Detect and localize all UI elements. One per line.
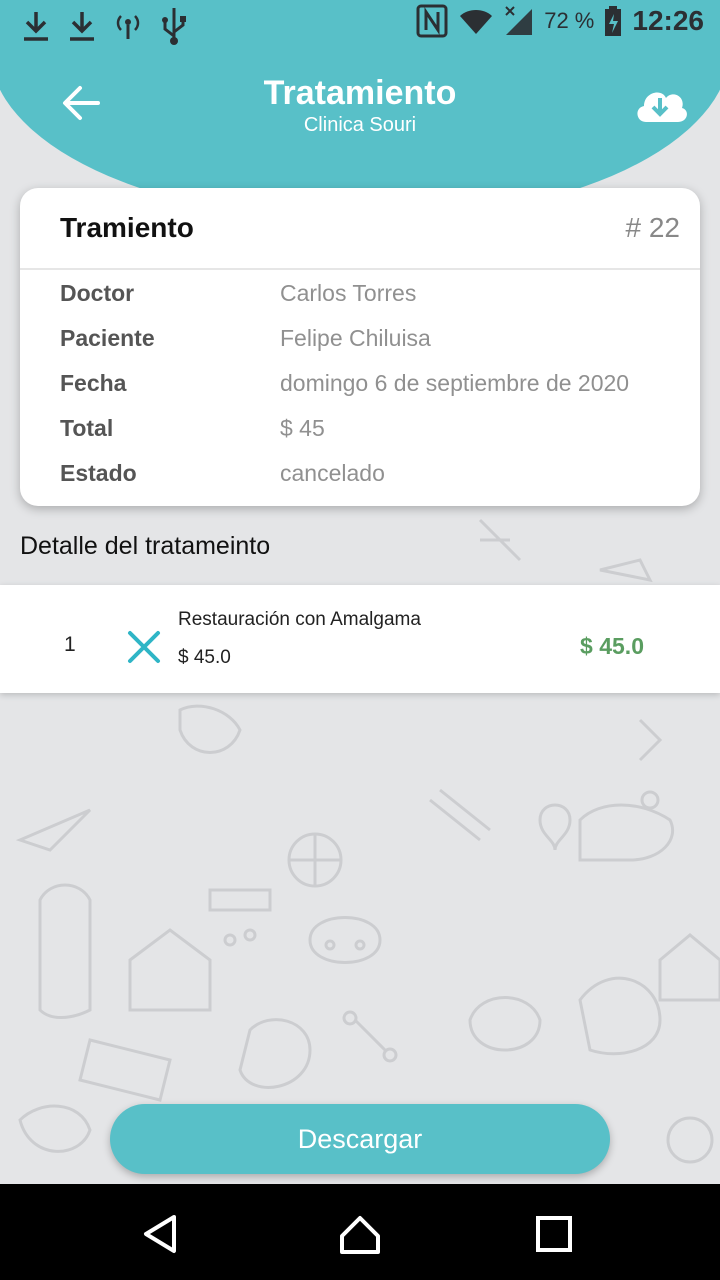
page-title: Tratamiento [263,74,457,112]
app-bar: Tratamiento Clinica Souri [0,60,720,160]
nfc-icon [416,4,448,38]
info-row-status: Estado cancelado [60,460,680,500]
system-nav-bar [0,1184,720,1280]
close-icon[interactable] [126,629,162,665]
info-value: domingo 6 de septiembre de 2020 [280,370,630,396]
treatment-card: Tramiento # 22 Doctor Carlos Torres Paci… [20,188,700,506]
info-label: Fecha [60,370,127,396]
info-value: cancelado [280,460,385,486]
status-bar: 72 % 12:26 [0,0,720,50]
usb-icon [162,8,186,45]
info-label: Estado [60,460,137,486]
cloud-download-icon[interactable] [632,82,688,126]
download-icon [70,12,94,41]
download-button[interactable]: Descargar [110,1104,610,1174]
info-row-total: Total $ 45 [60,415,680,455]
info-row-date: Fecha domingo 6 de septiembre de 2020 [60,370,680,410]
section-title: Detalle del tratameinto [20,532,271,560]
info-row-patient: Paciente Felipe Chiluisa [60,325,680,365]
info-value: $ 45 [280,415,325,441]
card-title: Tramiento [60,212,194,243]
recents-icon[interactable] [532,1212,576,1256]
info-label: Total [60,415,114,441]
treatment-number: # 22 [625,212,681,243]
item-name: Restauración con Amalgama [178,609,421,630]
info-value: Felipe Chiluisa [280,325,431,351]
info-row-doctor: Doctor Carlos Torres [60,280,680,320]
info-label: Doctor [60,280,135,306]
info-label: Paciente [60,325,155,351]
item-price: $ 45.0 [178,647,231,668]
list-item: 1 Restauración con Amalgama $ 45.0 $ 45.… [0,585,720,693]
signal-icon [116,15,140,39]
clock: 12:26 [632,5,704,36]
battery-charging-icon [605,6,622,36]
page-subtitle: Clinica Souri [303,114,417,136]
info-value: Carlos Torres [280,280,417,306]
download-icon [24,12,48,41]
item-quantity: 1 [64,633,76,656]
battery-percentage: 72 % [544,8,595,33]
home-icon[interactable] [338,1212,382,1256]
back-triangle-icon[interactable] [138,1212,182,1256]
cell-signal-icon [505,6,533,35]
card-header: Tramiento # 22 [20,188,700,270]
item-total: $ 45.0 [580,633,644,659]
wifi-icon [460,10,493,34]
